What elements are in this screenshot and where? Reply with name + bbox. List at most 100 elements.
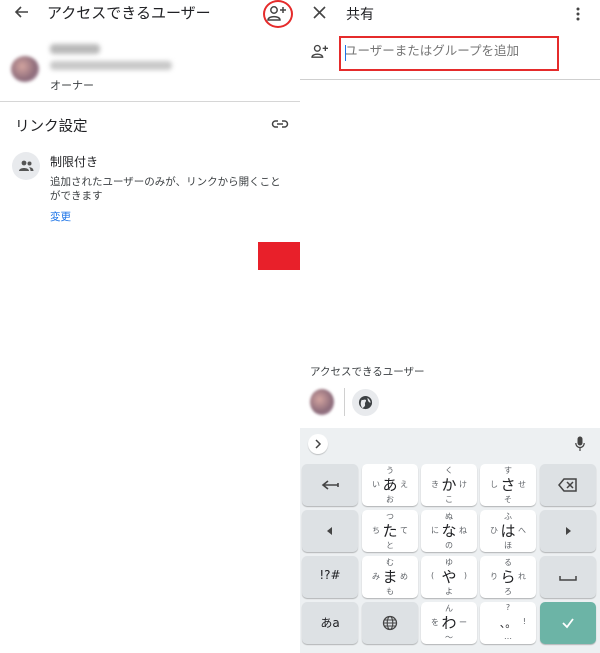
- add-person-icon[interactable]: [266, 4, 288, 22]
- kana-key-ma[interactable]: むまもみめ: [362, 556, 418, 598]
- left-screen: アクセスできるユーザー オーナー リンク設定 制限付き 追加されたユーザーのみが…: [0, 0, 300, 653]
- page-title: アクセスできるユーザー: [47, 4, 211, 22]
- key-left-char: ち: [372, 526, 380, 535]
- kana-key-ha[interactable]: ふはほひへ: [480, 510, 536, 552]
- key-main-char: さ: [500, 476, 516, 494]
- key-main-char: 、。: [499, 617, 517, 630]
- owner-role: オーナー: [50, 79, 94, 92]
- key-left-char: ひ: [490, 526, 498, 535]
- kana-key-ra[interactable]: るらろりれ: [480, 556, 536, 598]
- key-right-char: ): [463, 571, 467, 580]
- backspace-key[interactable]: [540, 464, 596, 506]
- add-user-field-highlight: [339, 36, 559, 71]
- key-right-char: け: [459, 480, 467, 489]
- key-main-char: な: [441, 522, 457, 540]
- key-left-char: を: [431, 618, 439, 627]
- key-main-char: わ: [441, 614, 457, 632]
- key-bottom-char: よ: [445, 587, 453, 596]
- people-icon: [19, 160, 34, 171]
- punctuation-key[interactable]: ? 、。 …!: [480, 602, 536, 644]
- text-caret: [345, 45, 346, 61]
- key-right-char: え: [400, 480, 408, 489]
- restriction-title: 制限付き: [50, 155, 99, 169]
- key-bottom-char: の: [445, 541, 453, 550]
- globe-icon: [358, 395, 373, 410]
- owner-email-blurred: [50, 61, 172, 70]
- key-label: あa: [320, 616, 340, 630]
- back-arrow-icon[interactable]: [12, 2, 32, 22]
- key-right-char: !: [522, 617, 526, 626]
- access-label: アクセスできるユーザー: [310, 366, 425, 378]
- key-left-char: き: [431, 480, 439, 489]
- undo-arrow-icon: [321, 480, 339, 490]
- key-left-char: み: [372, 572, 380, 581]
- key-bottom-char: ろ: [504, 587, 512, 596]
- key-main-char: あ: [382, 476, 398, 494]
- cursor-left-key[interactable]: [302, 510, 358, 552]
- key-main-char: ら: [500, 568, 516, 586]
- symbols-key[interactable]: !?#: [302, 556, 358, 598]
- key-left-char: り: [490, 572, 498, 581]
- key-bottom-char: 〜: [445, 633, 453, 642]
- key-main-char: は: [500, 522, 516, 540]
- microphone-icon[interactable]: [575, 436, 585, 452]
- share-title: 共有: [346, 7, 374, 23]
- link-settings-heading: リンク設定: [15, 119, 88, 135]
- key-bottom-char: ほ: [504, 541, 512, 550]
- key-right-char: せ: [518, 480, 526, 489]
- japanese-keyboard: うあおいえ くかこきけ すさそしせ つたとちて ぬなのにね ふはほひへ !?# …: [300, 428, 600, 653]
- separator: [344, 388, 345, 416]
- owner-avatar: [11, 56, 39, 82]
- kana-key-ka[interactable]: くかこきけ: [421, 464, 477, 506]
- restriction-description: 追加されたユーザーのみが、リンクから開くことができます: [50, 176, 281, 202]
- keyboard-expand-button[interactable]: [308, 434, 328, 454]
- key-left-char: し: [490, 480, 498, 489]
- key-left-char: い: [372, 480, 380, 489]
- key-left-char: に: [431, 526, 439, 535]
- globe-icon: [382, 615, 398, 631]
- right-screen: 共有 アクセスできるユーザー: [300, 0, 600, 653]
- space-key[interactable]: [540, 556, 596, 598]
- kana-alpha-switch-key[interactable]: あa: [302, 602, 358, 644]
- key-top-char: ?: [505, 603, 511, 612]
- divider: [0, 101, 300, 102]
- kana-key-sa[interactable]: すさそしせ: [480, 464, 536, 506]
- key-bottom-char: と: [386, 541, 394, 550]
- key-bottom-char: そ: [504, 495, 512, 504]
- change-link[interactable]: 変更: [50, 209, 71, 224]
- more-vert-icon[interactable]: [575, 6, 581, 22]
- link-icon[interactable]: [271, 117, 289, 131]
- backspace-icon: [558, 478, 577, 492]
- right-triangle-icon: [566, 527, 571, 535]
- key-right-char: へ: [518, 526, 526, 535]
- key-main-char: た: [382, 522, 398, 540]
- key-right-char: め: [400, 572, 408, 581]
- key-main-char: か: [441, 476, 457, 494]
- undo-key[interactable]: [302, 464, 358, 506]
- key-right-char: れ: [518, 572, 526, 581]
- user-avatar[interactable]: [310, 389, 334, 415]
- add-person-icon: [311, 44, 328, 58]
- close-icon[interactable]: [313, 6, 326, 19]
- check-icon: [562, 618, 574, 629]
- left-triangle-icon: [327, 527, 332, 535]
- kana-key-a[interactable]: うあおいえ: [362, 464, 418, 506]
- kana-key-wa[interactable]: んわ〜をー: [421, 602, 477, 644]
- key-bottom-char: こ: [445, 495, 453, 504]
- key-label: !?#: [319, 568, 341, 582]
- space-icon: [559, 576, 577, 581]
- key-bottom-char: …: [504, 632, 512, 641]
- key-right-char: ね: [459, 526, 467, 535]
- language-key[interactable]: [362, 602, 418, 644]
- cursor-right-key[interactable]: [540, 510, 596, 552]
- kana-key-ta[interactable]: つたとちて: [362, 510, 418, 552]
- enter-key[interactable]: [540, 602, 596, 644]
- divider: [300, 79, 600, 80]
- owner-name-blurred: [50, 44, 100, 54]
- kana-key-na[interactable]: ぬなのにね: [421, 510, 477, 552]
- kana-key-ya[interactable]: ゆやよ(): [421, 556, 477, 598]
- add-user-input[interactable]: [345, 43, 555, 58]
- key-main-char: や: [441, 568, 457, 586]
- key-main-char: ま: [382, 568, 398, 586]
- key-bottom-char: お: [386, 495, 394, 504]
